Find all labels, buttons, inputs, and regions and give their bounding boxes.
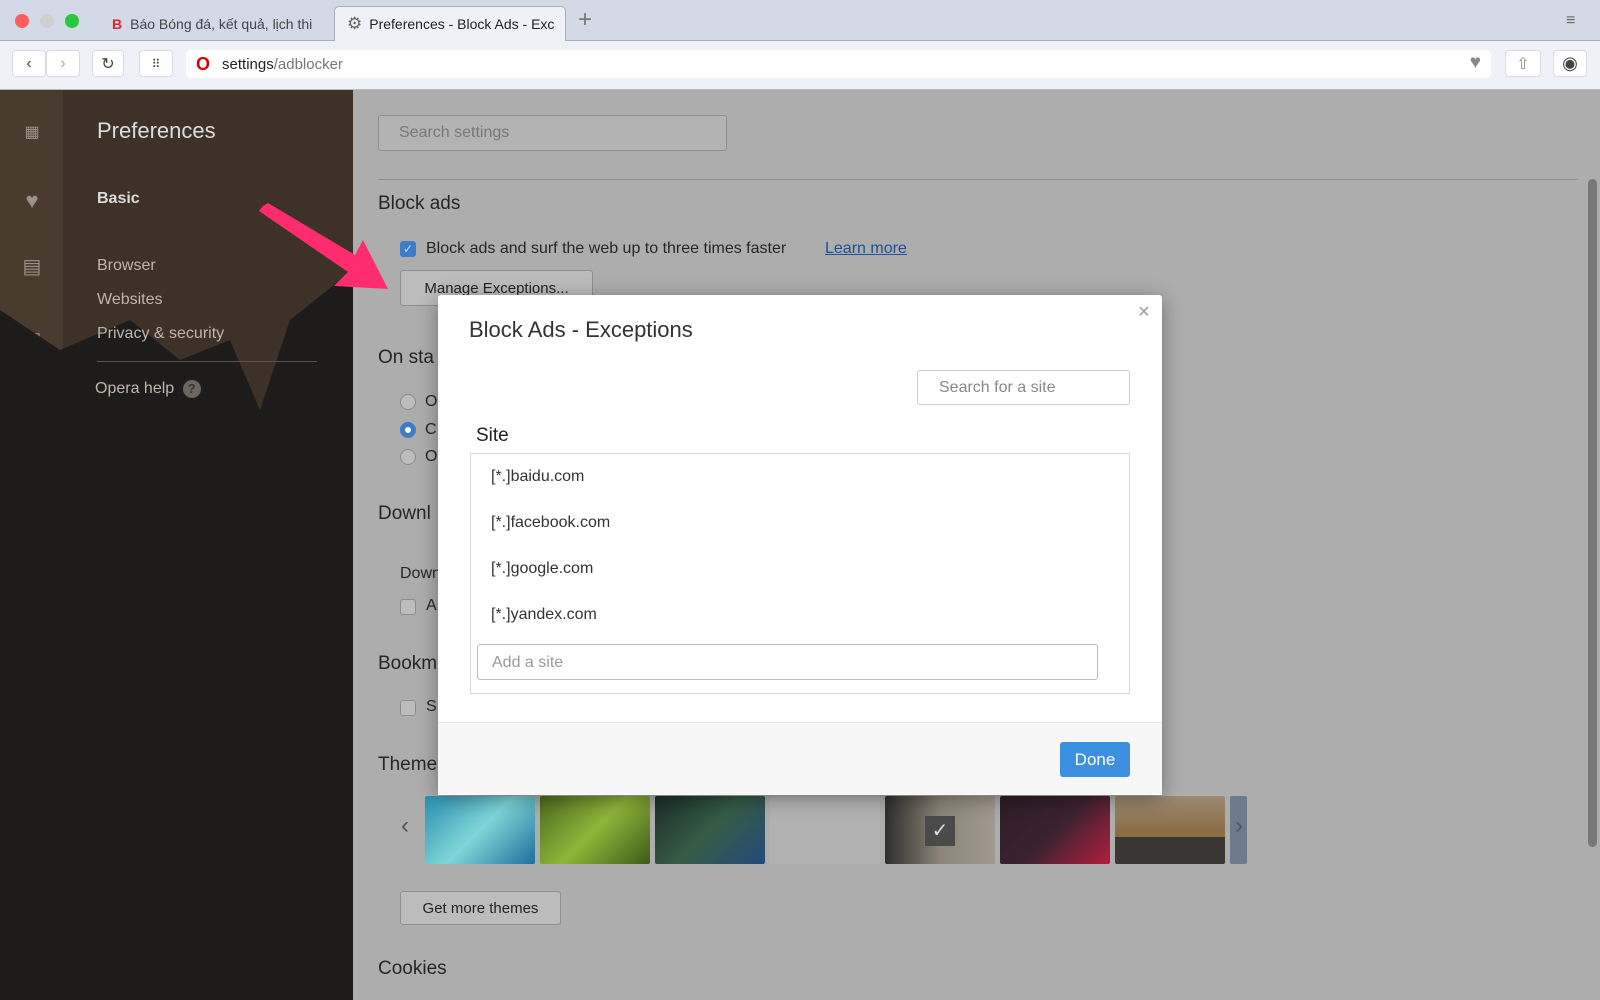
themes-heading: Theme [378,754,438,775]
exceptions-dialog: Block Ads - Exceptions × Search for a si… [438,295,1162,795]
theme-thumbnail[interactable] [540,796,650,864]
startup-radio-3[interactable] [400,449,416,465]
toolbar: ‹ › ↻ ⠿ O settings/adblocker ♥ ⇧ ◉ [0,41,1600,90]
sidebar-item-websites[interactable]: Websites [97,291,163,309]
forward-button[interactable]: › [46,50,80,77]
themes-prev-icon[interactable]: ‹ [401,812,409,840]
dialog-footer: Done [438,722,1162,795]
close-dialog-button[interactable]: × [1138,301,1150,324]
search-site-input[interactable]: Search for a site [917,370,1130,405]
maximize-window-button[interactable] [65,14,79,28]
downloads-location-label: Down [400,565,441,582]
cookies-heading: Cookies [378,958,447,979]
divider [378,179,1578,180]
url-host: settings [222,55,274,73]
dialog-title: Block Ads - Exceptions [469,317,693,342]
site-list-item[interactable]: [*.]baidu.com [491,468,584,486]
on-startup-heading: On sta [378,347,434,368]
minimize-window-button[interactable] [40,14,54,28]
address-bar[interactable]: O settings/adblocker ♥ [186,50,1491,78]
theme-thumbnail[interactable] [770,796,880,864]
downloads-checkbox[interactable] [400,599,416,615]
tab-label: Preferences - Block Ads - Exc [369,16,555,32]
checkmark-icon: ✓ [925,816,955,846]
site-list-item[interactable]: [*.]yandex.com [491,606,597,624]
search-settings-input[interactable]: Search settings [378,115,727,151]
sidebar-item-privacy-security[interactable]: Privacy & security [97,325,224,343]
site-list-item[interactable]: [*.]facebook.com [491,514,610,532]
back-button[interactable]: ‹ [12,50,46,77]
help-label: Opera help [95,380,175,397]
account-icon[interactable]: ◉ [1553,50,1587,77]
site-column-header: Site [476,425,509,446]
get-more-themes-button[interactable]: Get more themes [400,891,561,925]
learn-more-link[interactable]: Learn more [825,240,907,258]
help-icon: ? [182,380,201,398]
share-button[interactable]: ⇧ [1505,50,1541,77]
url-path: /adblocker [273,55,343,73]
add-site-input[interactable]: Add a site [477,644,1098,680]
block-ads-checkbox[interactable]: ✓ [400,241,416,257]
radio-label: O [425,448,438,465]
theme-thumbnail[interactable] [1115,796,1225,864]
theme-thumbnail[interactable] [425,796,535,864]
startup-radio-1[interactable] [400,394,416,410]
sidebar-divider [97,361,317,362]
scrollbar[interactable] [1588,179,1597,847]
startup-radio-2[interactable] [400,422,416,438]
theme-thumbnail[interactable] [1000,796,1110,864]
annotation-arrow [259,203,388,289]
tab-menu-icon[interactable]: ≡ [1566,12,1575,30]
sidebar-item-opera-help[interactable]: Opera help ? [95,380,201,398]
block-ads-label: Block ads and surf the web up to three t… [426,240,787,257]
sidebar-item-basic[interactable]: Basic [97,190,140,208]
radio-label: C [425,421,437,438]
tab-preferences[interactable]: ⚙ Preferences - Block Ads - Exc [334,6,566,41]
downloads-heading: Downl [378,503,431,524]
done-button[interactable]: Done [1060,742,1130,777]
new-tab-button[interactable]: + [578,6,592,34]
radio-label: O [425,393,438,410]
theme-thumbnail-selected[interactable]: ✓ [885,796,995,864]
close-window-button[interactable] [15,14,29,28]
checkbox-label: S [426,698,437,715]
tab-label: Báo Bóng đá, kết quả, lịch thi [130,15,313,32]
tab-bongda[interactable]: B Báo Bóng đá, kết quả, lịch thi [100,6,330,41]
site-list-item[interactable]: [*.]google.com [491,560,593,578]
bookmarks-heading: Bookm [378,653,438,674]
reload-button[interactable]: ↻ [92,50,124,77]
site-list: [*.]baidu.com [*.]facebook.com [*.]googl… [470,453,1130,694]
theme-thumbnail[interactable] [655,796,765,864]
opera-logo-icon: O [196,53,211,74]
heart-icon[interactable]: ♥ [1470,52,1481,74]
speed-dial-icon[interactable]: ⠿ [139,50,173,77]
bongda-favicon: B [112,15,123,32]
sidebar-item-browser[interactable]: Browser [97,257,156,275]
checkbox-label: A [426,597,437,614]
themes-next-icon[interactable]: › [1235,812,1243,840]
sidebar-title: Preferences [97,118,216,143]
gear-icon: ⚙ [347,14,363,33]
tab-bar: B Báo Bóng đá, kết quả, lịch thi ⚙ Prefe… [0,0,1600,41]
bookmarks-checkbox[interactable] [400,700,416,716]
